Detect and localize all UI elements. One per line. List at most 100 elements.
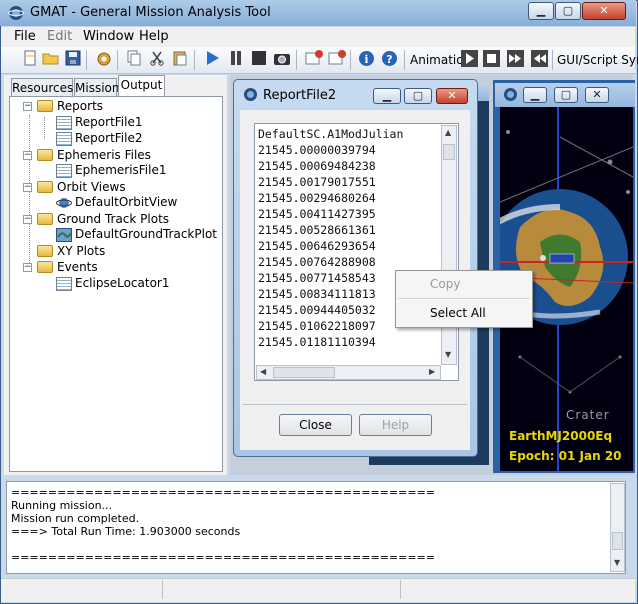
toolbar-separator	[86, 50, 87, 70]
status-bar	[1, 578, 635, 602]
cut-icon[interactable]	[147, 50, 166, 69]
ephemeris-folder-icon	[37, 149, 53, 161]
toolbar-separator	[117, 50, 118, 70]
report-vertical-scrollbar[interactable]	[441, 125, 457, 365]
close-button[interactable]: Close	[279, 414, 352, 436]
report-close-button[interactable]: ✕	[436, 88, 468, 104]
report-button-divider	[243, 404, 467, 405]
tree-item-defaultgroundtrackplot[interactable]: DefaultGroundTrackPlot	[75, 227, 217, 241]
tree-item-eclipselocator1[interactable]: EclipseLocator1	[75, 276, 169, 290]
tree-item-xy-plots[interactable]: XY Plots	[57, 244, 105, 258]
menu-window[interactable]: Window	[83, 29, 134, 44]
epoch-label: Epoch: 01 Jan 20	[509, 449, 622, 463]
menu-help[interactable]: Help	[139, 29, 169, 44]
ephemeris-file-icon	[56, 164, 72, 178]
tab-resources[interactable]: Resources	[11, 78, 73, 96]
tree-item-reports[interactable]: Reports	[57, 99, 103, 113]
report-data-line: 21545.00834111813	[258, 287, 376, 301]
event-file-icon	[56, 277, 72, 291]
report-vertical-scroll-thumb[interactable]	[443, 144, 455, 160]
minimize-button[interactable]: ▁	[528, 2, 554, 20]
new-file-icon[interactable]	[20, 50, 39, 69]
toolbar-separator	[350, 50, 351, 70]
maximize-button[interactable]: ▢	[555, 2, 581, 20]
gui-script-sync-label: GUI/Script Syn	[557, 53, 638, 67]
tree-item-ground-track-plots[interactable]: Ground Track Plots	[57, 212, 169, 226]
report-data-line: 21545.00179017551	[258, 175, 376, 189]
paste-icon[interactable]	[170, 50, 189, 69]
report-data-line: 21545.01062218097	[258, 319, 376, 333]
info-icon[interactable]: i	[357, 50, 376, 69]
events-expander[interactable]: −	[23, 263, 32, 272]
help-button[interactable]: Help	[359, 414, 432, 436]
run-icon[interactable]	[202, 50, 221, 69]
coordinate-frame-label: EarthMJ2000Eq	[509, 429, 613, 443]
scroll-right-arrow-icon[interactable]: ▶	[429, 367, 435, 376]
orbit-views-expander[interactable]: −	[23, 183, 32, 192]
message-window[interactable]: ========================================…	[6, 481, 626, 574]
tree-item-ephemeris-files[interactable]: Ephemeris Files	[57, 148, 151, 162]
orbit-view-minimize-button[interactable]: ▁	[523, 87, 547, 103]
animation-slower-icon[interactable]	[530, 50, 549, 69]
scroll-up-arrow-icon[interactable]: ▲	[445, 128, 451, 137]
report-data-line: 21545.00944405032	[258, 303, 376, 317]
save-icon[interactable]	[63, 50, 82, 69]
report-data-line: 21545.00646293654	[258, 239, 376, 253]
message-line: Running mission...	[11, 499, 113, 512]
report-horizontal-scroll-thumb[interactable]	[273, 367, 335, 378]
status-bar-divider	[400, 580, 401, 599]
copy-icon[interactable]	[124, 50, 143, 69]
report-data-line: 21545.00771458543	[258, 271, 376, 285]
xy-plots-folder-icon	[37, 245, 53, 257]
report-text-area[interactable]: DefaultSC.A1ModJulian 21545.00000039794 …	[254, 123, 459, 381]
ground-track-folder-icon	[37, 213, 53, 225]
tree-item-defaultorbitview[interactable]: DefaultOrbitView	[75, 195, 177, 209]
report-data-line: 21545.00294680264	[258, 191, 376, 205]
tree-item-ephemerisfile1[interactable]: EphemerisFile1	[75, 163, 167, 177]
message-separator: ========================================…	[11, 551, 435, 564]
tree-item-events[interactable]: Events	[57, 260, 98, 274]
help-icon[interactable]: ?	[380, 50, 399, 69]
ephemeris-expander[interactable]: −	[23, 151, 32, 160]
orbit-view-close-button[interactable]: ✕	[585, 87, 609, 103]
screenshot-icon[interactable]	[272, 50, 291, 69]
context-menu-select-all[interactable]: Select All	[430, 306, 486, 320]
report-minimize-button[interactable]: ▁	[373, 88, 401, 104]
status-bar-divider	[162, 580, 163, 599]
animation-play-icon[interactable]	[460, 50, 479, 69]
menu-edit[interactable]: Edit	[47, 29, 72, 44]
settings-icon[interactable]	[94, 50, 113, 69]
ground-track-expander[interactable]: −	[23, 215, 32, 224]
tree-item-reportfile2[interactable]: ReportFile2	[75, 131, 143, 145]
pause-icon[interactable]	[226, 50, 245, 69]
orbit-view-maximize-button[interactable]: ▢	[554, 87, 578, 103]
message-scroll-thumb[interactable]	[612, 532, 623, 550]
tab-mission[interactable]: Mission	[74, 78, 119, 96]
report-data-line: 21545.00000039794	[258, 143, 376, 157]
menu-file[interactable]: File	[14, 29, 36, 44]
scroll-left-arrow-icon[interactable]: ◀	[260, 367, 266, 376]
context-menu-copy[interactable]: Copy	[430, 277, 460, 291]
animation-stop-icon[interactable]	[482, 50, 501, 69]
app-icon	[7, 5, 25, 21]
tree-item-reportfile1[interactable]: ReportFile1	[75, 115, 143, 129]
message-separator: ========================================…	[11, 486, 435, 499]
close-children-icon[interactable]	[304, 50, 323, 69]
toolbar-separator	[404, 50, 405, 70]
toolbar-separator	[194, 50, 195, 70]
close-all-icon[interactable]	[327, 50, 346, 69]
open-folder-icon[interactable]	[41, 50, 60, 69]
close-window-button[interactable]: ✕	[582, 2, 626, 20]
tab-output[interactable]: Output	[118, 75, 165, 97]
animation-faster-icon[interactable]	[506, 50, 525, 69]
toolbar-separator	[552, 50, 553, 70]
orbit-view-icon	[56, 196, 72, 210]
scroll-down-arrow-icon[interactable]: ▼	[445, 350, 451, 359]
stop-icon[interactable]	[249, 50, 268, 69]
report-header-line: DefaultSC.A1ModJulian	[258, 127, 404, 141]
report-data-line: 21545.00528661361	[258, 223, 376, 237]
tree-item-orbit-views[interactable]: Orbit Views	[57, 180, 126, 194]
reports-expander[interactable]: −	[23, 102, 32, 111]
message-scroll-down-icon[interactable]: ▼	[614, 558, 620, 567]
report-maximize-button[interactable]: ▢	[404, 88, 432, 104]
